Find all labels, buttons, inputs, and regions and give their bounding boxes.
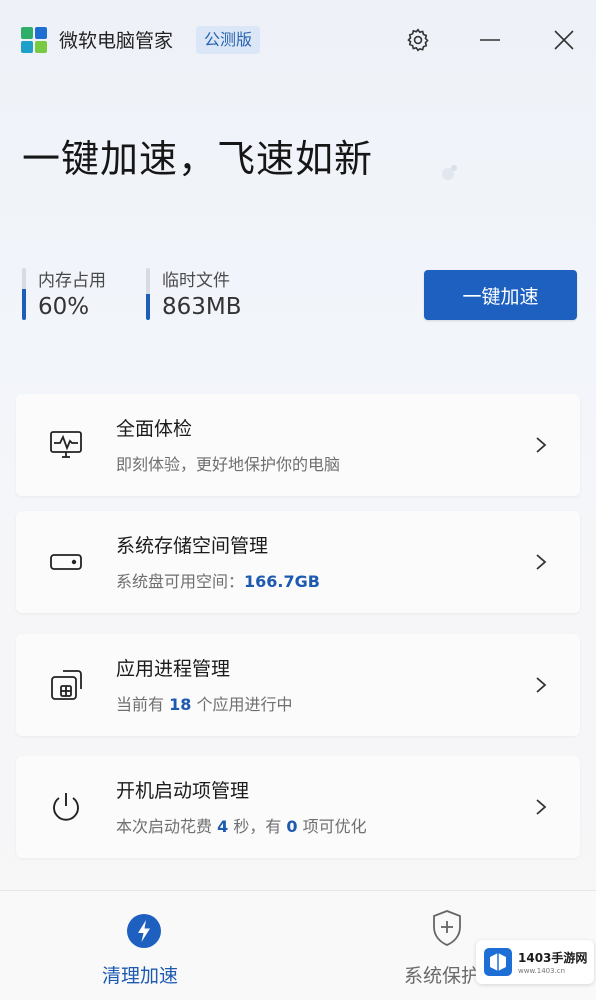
chevron-right-icon [536,799,547,815]
sparkle-decoration-icon [442,165,457,180]
temp-files-bar [146,268,150,320]
storage-management-card[interactable]: 系统存储空间管理 系统盘可用空间：166.7GB [16,511,580,613]
chevron-right-icon [536,554,547,570]
card-title: 全面体检 [116,418,193,440]
temp-files-value: 863MB [162,294,242,320]
card-subtitle: 本次启动花费 4 秒，有 0 项可优化 [116,813,367,837]
nav-clean-label: 清理加速 [102,965,179,987]
chevron-right-icon [536,677,547,693]
card-subtitle-text: 当前有 [116,695,170,714]
settings-button[interactable] [400,22,436,58]
hero-title: 一键加速，飞速如新 [22,137,374,181]
close-button[interactable] [546,22,582,58]
card-subtitle-text: 本次启动花费 [116,817,218,836]
card-subtitle-text: 即刻体验，更好地保护你的电脑 [116,455,341,474]
memory-usage-value: 60% [38,294,90,320]
card-title: 开机启动项管理 [116,780,250,802]
card-subtitle-text: 个应用进行中 [191,695,293,714]
memory-usage-bar [22,268,26,320]
memory-usage-fill [22,288,26,320]
app-process-card[interactable]: 应用进程管理 当前有 18 个应用进行中 [16,634,580,736]
watermark-subtext: www.1403.cn [518,967,566,975]
app-window-icon [51,670,82,700]
card-subtitle-text: 项可优化 [297,817,367,836]
nav-clean-accelerate[interactable]: 清理加速 [90,891,210,1000]
startup-seconds-value: 4 [217,817,229,836]
watermark-text: 1403手游网 [518,951,588,965]
site-watermark: 1403手游网 www.1403.cn [476,940,594,984]
shield-plus-icon [433,910,461,946]
temp-files-label: 临时文件 [162,271,230,291]
card-subtitle: 系统盘可用空间：166.7GB [116,568,320,592]
lightning-circle-icon [127,914,161,948]
full-checkup-card[interactable]: 全面体检 即刻体验，更好地保护你的电脑 [16,394,580,496]
minimize-icon [480,39,500,41]
memory-usage-label: 内存占用 [38,271,106,291]
running-apps-count: 18 [169,695,192,714]
nav-protect-label: 系统保护 [404,965,481,987]
optimizable-count: 0 [286,817,298,836]
temp-files-fill [146,294,150,320]
card-subtitle-text: 系统盘可用空间： [116,572,245,591]
drive-icon [50,554,82,570]
card-title: 系统存储空间管理 [116,535,269,557]
minimize-button[interactable] [472,22,508,58]
startup-items-card[interactable]: 开机启动项管理 本次启动花费 4 秒，有 0 项可优化 [16,756,580,858]
watermark-logo-icon [484,948,512,976]
power-icon [53,793,79,821]
free-space-value: 166.7GB [244,572,320,591]
card-subtitle: 即刻体验，更好地保护你的电脑 [116,451,340,475]
beta-badge: 公测版 [196,26,261,54]
app-logo-icon [21,27,47,53]
title-bar: 微软电脑管家 公测版 [0,0,596,80]
monitor-heartbeat-icon [50,431,82,458]
card-subtitle: 当前有 18 个应用进行中 [116,691,292,715]
close-icon [554,30,574,50]
chevron-right-icon [536,437,547,453]
one-click-accelerate-button[interactable]: 一键加速 [424,270,577,320]
app-title: 微软电脑管家 [59,30,174,52]
gear-icon [407,28,429,52]
card-subtitle-text: 秒，有 [228,817,287,836]
card-title: 应用进程管理 [116,658,231,680]
